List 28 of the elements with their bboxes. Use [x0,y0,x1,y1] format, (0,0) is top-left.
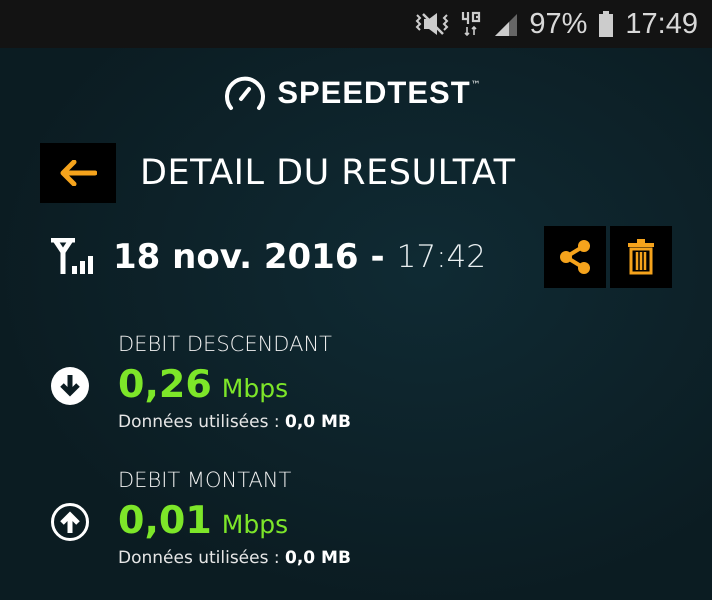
trademark-symbol: ™ [470,80,481,91]
page-title: DETAIL DU RESULTAT [140,153,516,193]
delete-button[interactable] [610,226,672,288]
trash-icon [627,239,655,275]
date-separator: - [370,237,385,277]
data-usage-text: Données utilisées : 0,0 MB [118,548,351,568]
cellular-signal-icon [50,238,94,276]
clock-time: 17:49 [625,8,698,40]
battery-icon [599,11,614,37]
metric-label: DEBIT DESCENDANT [118,332,333,358]
speed-unit: Mbps [222,510,288,539]
result-time: 17:42 [396,239,486,275]
back-arrow-icon [59,160,97,186]
signal-icon [493,12,518,36]
app-logo-name: SPEEDTEST [277,75,471,111]
mute-vibrate-icon [415,11,450,37]
share-icon [559,240,591,274]
back-button[interactable] [40,143,116,203]
share-button[interactable] [544,226,606,288]
network-4g-icon [461,10,482,38]
speed-unit: Mbps [222,374,288,403]
speed-value: 0,26 [118,362,212,406]
speedometer-icon [223,75,268,111]
result-date: 18 nov. 2016 [113,237,358,277]
battery-percentage: 97% [529,8,588,40]
data-usage-text: Données utilisées : 0,0 MB [118,412,351,432]
metric-label: DEBIT MONTANT [118,468,292,494]
speed-value: 0,01 [118,498,212,542]
